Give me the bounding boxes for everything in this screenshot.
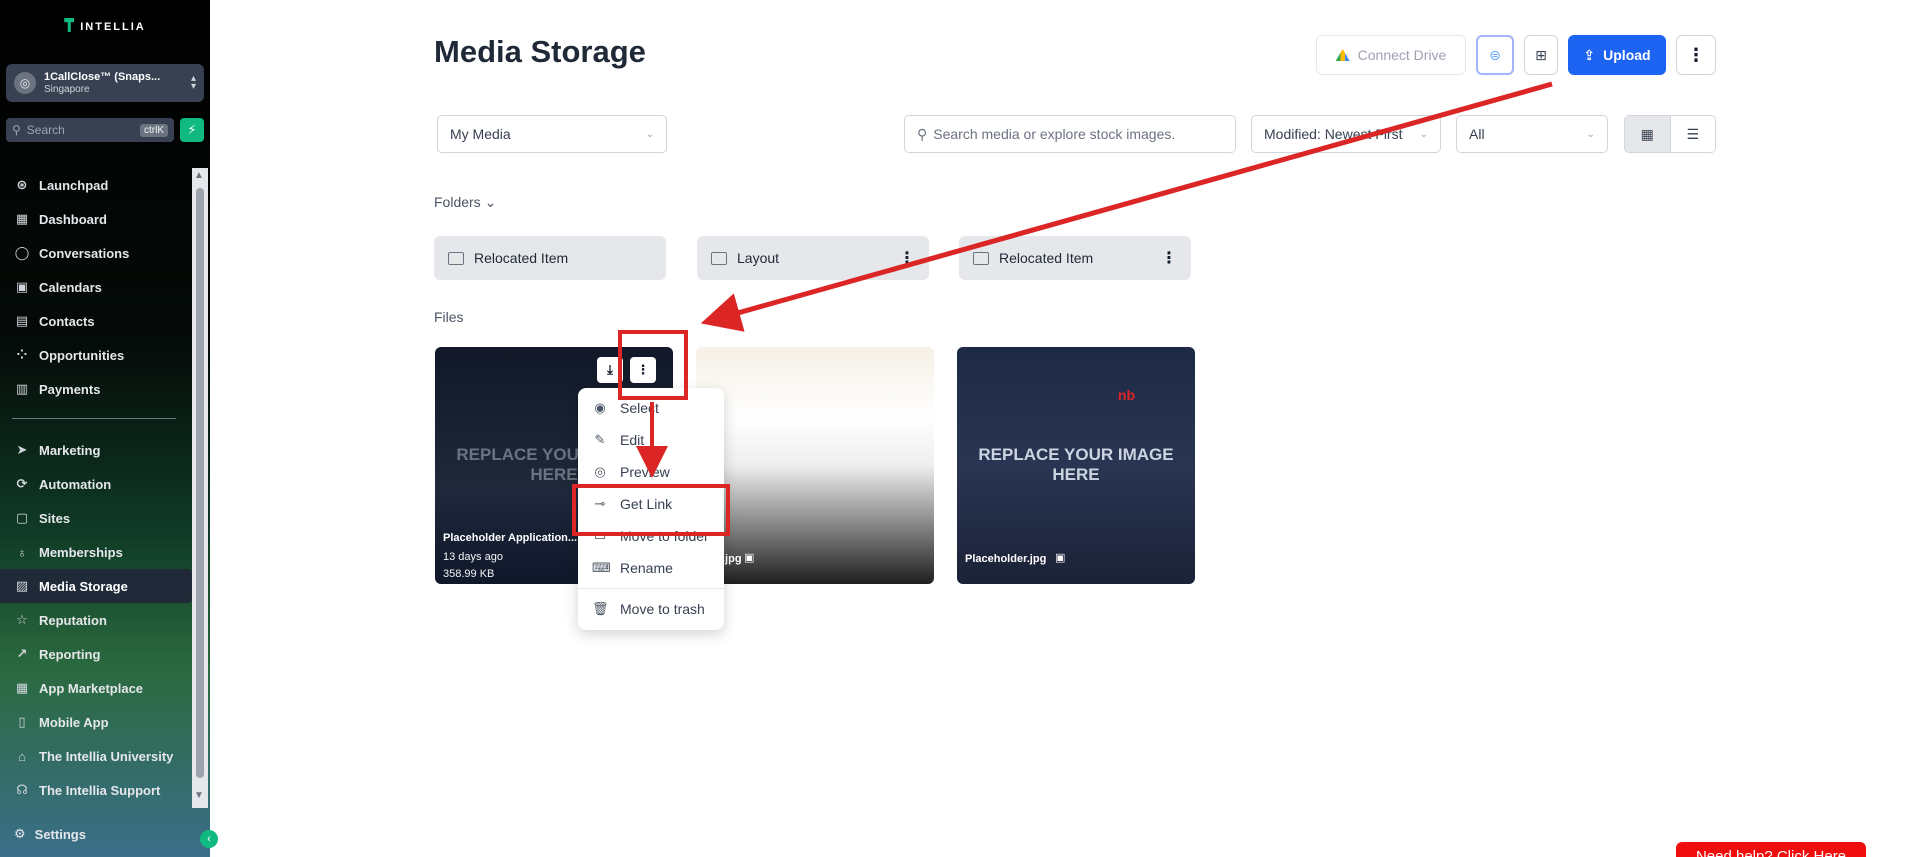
annotation-arrows: [636, 81, 1553, 478]
annotation-arrow-long: [700, 81, 1553, 332]
help-button[interactable]: Need help? Click Here: [1676, 842, 1866, 857]
